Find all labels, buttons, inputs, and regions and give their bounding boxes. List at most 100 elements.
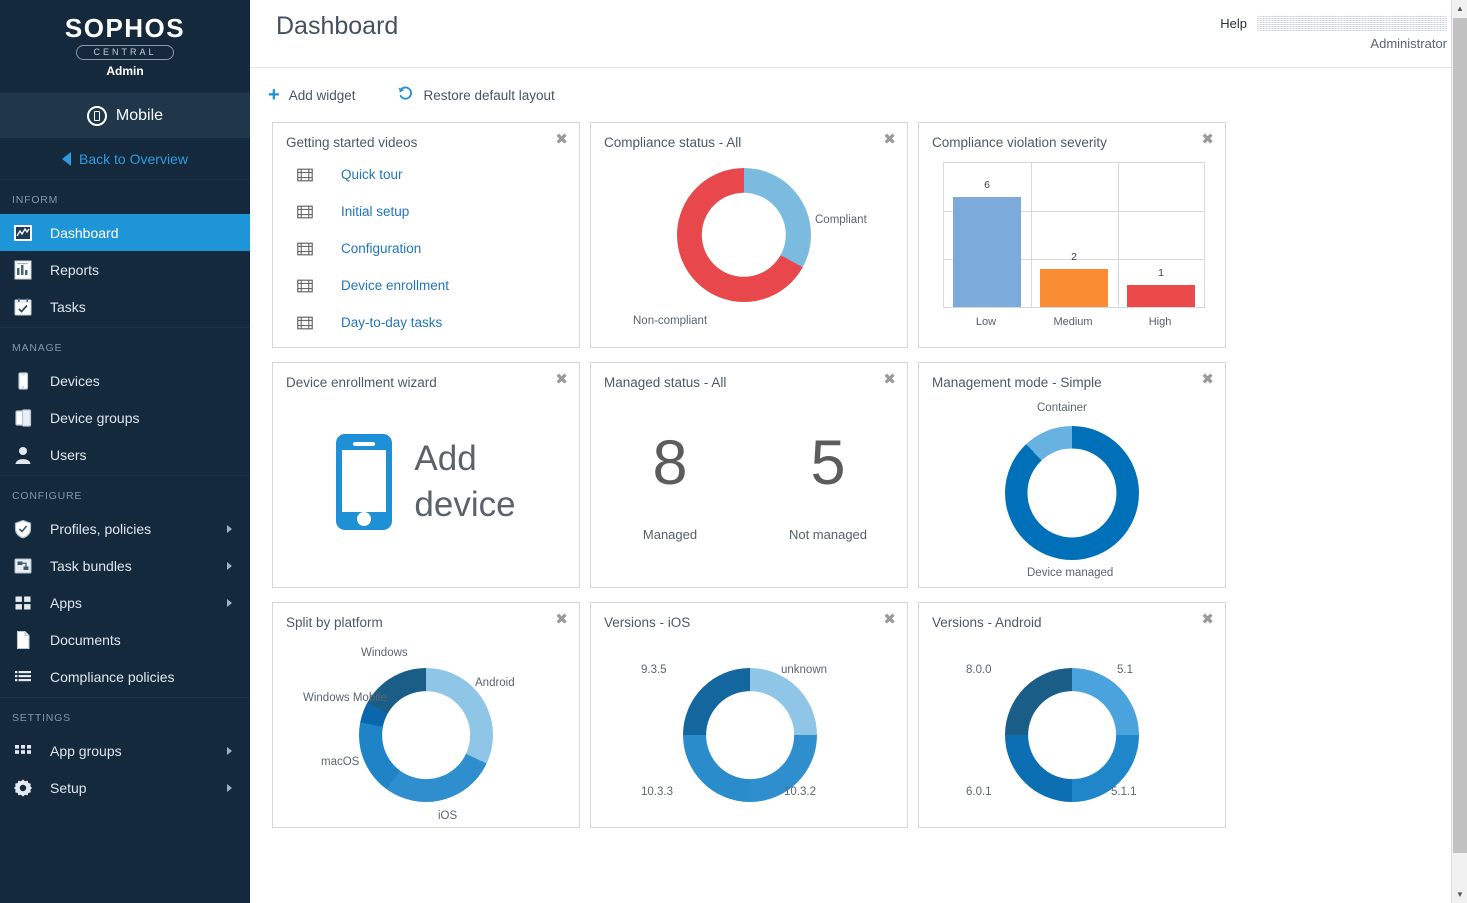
close-icon[interactable]: ✖ (883, 612, 896, 626)
list-item[interactable]: Initial setup (297, 193, 579, 230)
bar-value-low: 6 (953, 179, 1021, 191)
managed-count-cell[interactable]: 8 Managed (591, 431, 749, 542)
donut-ring (1005, 668, 1139, 802)
chevron-right-icon (227, 747, 232, 755)
nav-section-header-settings: SETTINGS (0, 698, 250, 732)
role-label: Administrator (1147, 36, 1447, 51)
admin-label: Admin (106, 64, 143, 78)
donut-chart-compliance-status[interactable]: Compliant Non-compliant (591, 150, 907, 342)
close-icon[interactable]: ✖ (1201, 132, 1214, 146)
not-managed-count-label: Not managed (749, 527, 907, 542)
close-icon[interactable]: ✖ (1201, 372, 1214, 386)
list-item[interactable]: Device enrollment (297, 267, 579, 304)
restore-default-layout-button[interactable]: Restore default layout (389, 81, 562, 109)
account-name-redacted[interactable] (1257, 15, 1447, 31)
managed-count-value: 8 (591, 431, 749, 495)
bar-high[interactable] (1127, 285, 1195, 307)
widget-compliance-status: Compliance status - All ✖ Compliant Non-… (590, 122, 908, 348)
add-widget-button[interactable]: + Add widget (260, 84, 363, 107)
widget-versions-android: Versions - Android ✖ 8.0.0 5.1 6.0.1 5.1… (918, 602, 1226, 828)
sidebar-item-dashboard[interactable]: Dashboard (0, 214, 250, 251)
nav-section-header-inform: INFORM (0, 180, 250, 214)
plus-icon: + (268, 88, 280, 102)
restore-default-layout-label: Restore default layout (423, 88, 554, 103)
video-link[interactable]: Day-to-day tasks (341, 315, 442, 330)
donut-chart-versions-ios[interactable]: 9.3.5 unknown 10.3.3 10.3.2 (591, 630, 907, 822)
donut-chart-split-by-platform[interactable]: Windows Android Windows Mobile macOS iOS (273, 630, 579, 822)
sidebar-item-compliance-policies[interactable]: Compliance policies (0, 658, 250, 695)
add-widget-label: Add widget (289, 88, 356, 103)
main-area: Dashboard Help Administrator + Add widge… (250, 0, 1467, 903)
video-link[interactable]: Device enrollment (341, 278, 449, 293)
sidebar-item-app-groups[interactable]: App groups (0, 732, 250, 769)
back-to-overview-link[interactable]: Back to Overview (0, 138, 250, 180)
bar-category-medium: Medium (1039, 316, 1107, 328)
close-icon[interactable]: ✖ (883, 372, 896, 386)
video-link[interactable]: Configuration (341, 241, 421, 256)
grid-line (1118, 163, 1119, 307)
list-item[interactable]: Configuration (297, 230, 579, 267)
bar-value-medium: 2 (1040, 251, 1108, 263)
sidebar-item-apps[interactable]: Apps (0, 584, 250, 621)
not-managed-count-value: 5 (749, 431, 907, 495)
not-managed-count-cell[interactable]: 5 Not managed (749, 431, 907, 542)
app-root: SOPHOS CENTRAL Admin Mobile Back to Over… (0, 0, 1467, 903)
central-badge: CENTRAL (76, 45, 173, 60)
bar-medium[interactable] (1040, 269, 1108, 307)
help-link[interactable]: Help (1220, 16, 1247, 31)
list-item[interactable]: Day-to-day tasks (297, 304, 579, 341)
widget-grid: Getting started videos ✖ Quick tourIniti… (250, 122, 1467, 903)
donut-label-ios-10-3-2: 10.3.2 (784, 786, 816, 798)
widget-body: Container Device managed (919, 390, 1225, 582)
close-icon[interactable]: ✖ (555, 612, 568, 626)
film-strip-icon (297, 278, 313, 294)
film-strip-icon (297, 204, 313, 220)
sidebar-item-task-bundles[interactable]: Task bundles (0, 547, 250, 584)
add-device-text: Add device (414, 436, 515, 528)
video-link[interactable]: Quick tour (341, 167, 403, 182)
donut-label-android-5-1-1: 5.1.1 (1111, 786, 1137, 798)
sidebar-item-setup[interactable]: Setup (0, 769, 250, 806)
sidebar-item-users[interactable]: Users (0, 436, 250, 473)
nav-section-header-manage: MANAGE (0, 328, 250, 362)
sidebar-item-device-groups[interactable]: Device groups (0, 399, 250, 436)
add-device-action[interactable]: Add device (273, 390, 579, 582)
film-strip-icon (297, 241, 313, 257)
close-icon[interactable]: ✖ (555, 132, 568, 146)
sidebar-item-profiles-policies[interactable]: Profiles, policies (0, 510, 250, 547)
scroll-up-arrow-icon[interactable]: ▲ (1452, 0, 1467, 17)
sidebar-item-documents[interactable]: Documents (0, 621, 250, 658)
donut-chart-versions-android[interactable]: 8.0.0 5.1 6.0.1 5.1.1 (919, 630, 1225, 822)
widget-title: Compliance violation severity (919, 123, 1225, 150)
bar-chart-violation-severity[interactable]: 6 2 1 Low Medium High (943, 162, 1205, 308)
bar-low[interactable] (953, 197, 1021, 307)
close-icon[interactable]: ✖ (555, 372, 568, 386)
film-strip-icon (297, 315, 313, 331)
list-lines-icon (12, 666, 34, 688)
dashboard-toolbar: + Add widget Restore default layout (250, 68, 1467, 122)
chevron-right-icon (227, 784, 232, 792)
donut-label-android-8-0-0: 8.0.0 (966, 664, 992, 676)
sidebar-item-devices[interactable]: Devices (0, 362, 250, 399)
close-icon[interactable]: ✖ (883, 132, 896, 146)
widget-title: Versions - Android (919, 603, 1225, 630)
scroll-down-arrow-icon[interactable]: ▼ (1452, 886, 1467, 903)
sidebar-item-label: Setup (50, 780, 87, 796)
task-bundle-icon (12, 555, 34, 577)
donut-ring (359, 668, 493, 802)
scrollbar-thumb[interactable] (1453, 18, 1467, 853)
list-item[interactable]: Quick tour (297, 156, 579, 193)
phone-stack-icon (12, 407, 34, 429)
widget-getting-started-videos: Getting started videos ✖ Quick tourIniti… (272, 122, 580, 348)
sidebar-item-tasks[interactable]: Tasks (0, 288, 250, 325)
sidebar-item-label: Documents (50, 632, 121, 648)
donut-label-ios-10-3-3: 10.3.3 (641, 786, 673, 798)
account-area: Help Administrator (1147, 0, 1447, 51)
donut-chart-management-mode[interactable]: Container Device managed (919, 390, 1225, 582)
page-scrollbar[interactable]: ▲ ▼ (1451, 0, 1467, 903)
video-link[interactable]: Initial setup (341, 204, 409, 219)
product-switcher[interactable]: Mobile (0, 92, 250, 138)
close-icon[interactable]: ✖ (1201, 612, 1214, 626)
top-bar: Dashboard Help Administrator (250, 0, 1467, 68)
sidebar-item-reports[interactable]: Reports (0, 251, 250, 288)
